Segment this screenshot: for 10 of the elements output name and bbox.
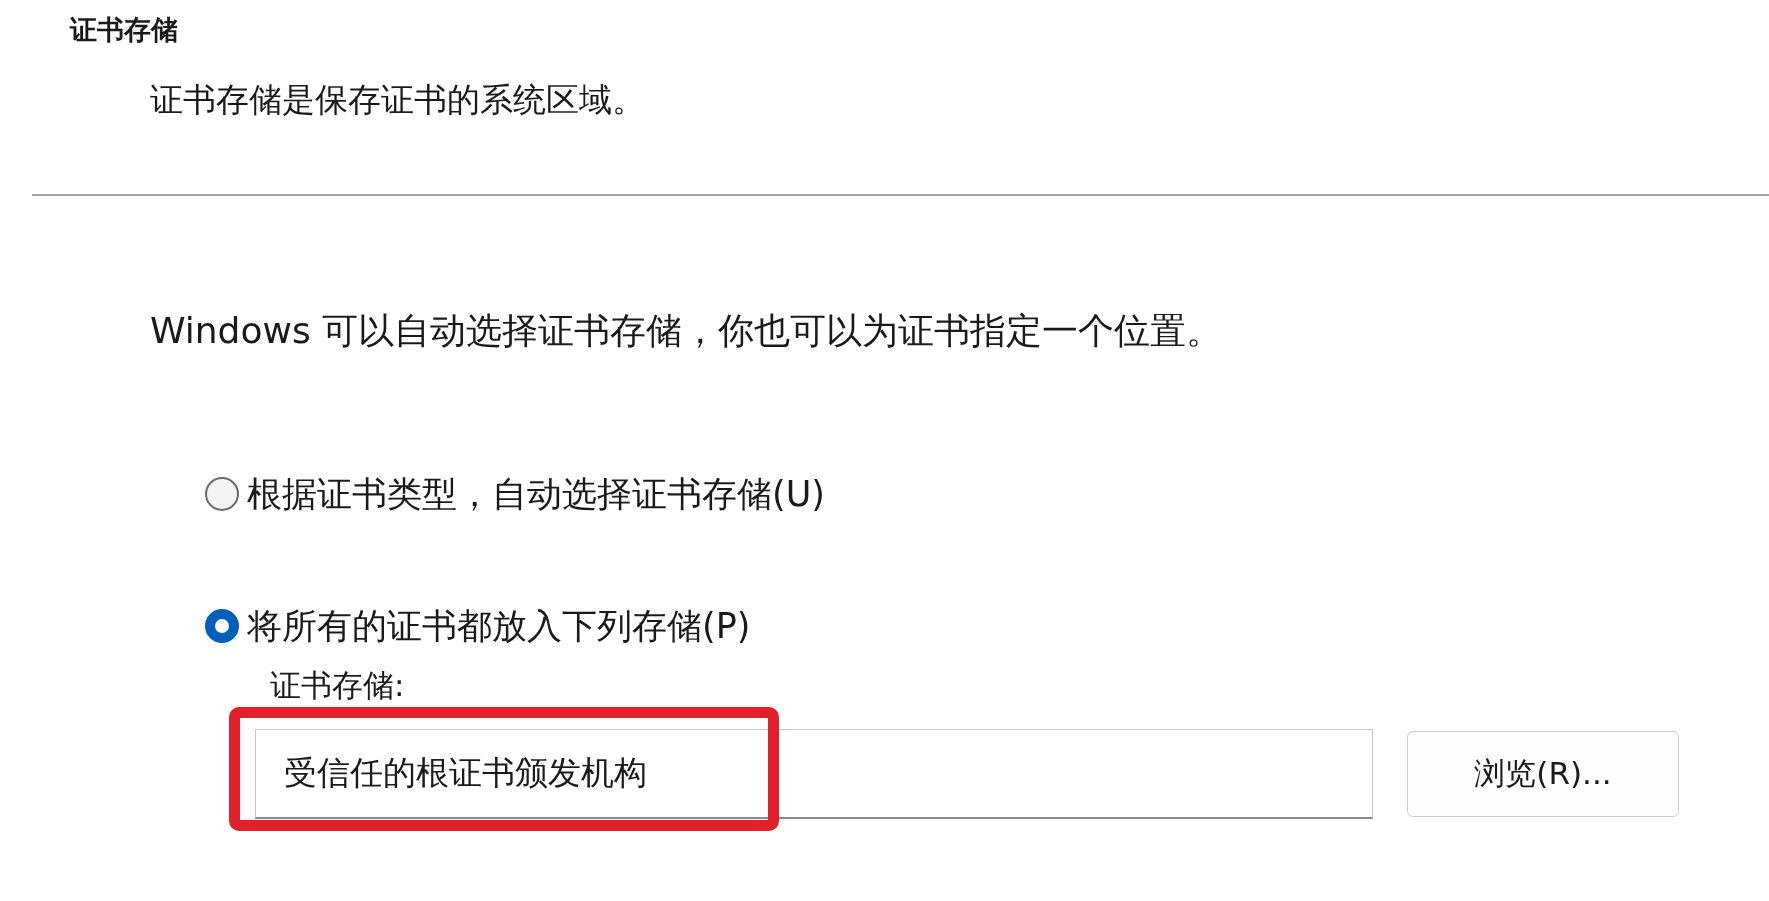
radio-option[interactable]: 将所有的证书都放入下列存储(P) (205, 604, 1769, 648)
browse-button[interactable]: 浏览(R)... (1407, 731, 1679, 817)
field-label: 证书存储: (270, 666, 405, 705)
radio-button[interactable] (205, 609, 239, 643)
radio-option[interactable]: 根据证书类型，自动选择证书存储(U) (205, 472, 1769, 516)
intro-text: Windows 可以自动选择证书存储，你也可以为证书指定一个位置。 (150, 309, 1224, 353)
store-field[interactable]: 受信任的根证书颁发机构 (255, 729, 1373, 819)
section-title: 证书存储 (70, 13, 179, 47)
section-description: 证书存储是保存证书的系统区域。 (150, 79, 646, 121)
radio-button[interactable] (205, 477, 239, 511)
